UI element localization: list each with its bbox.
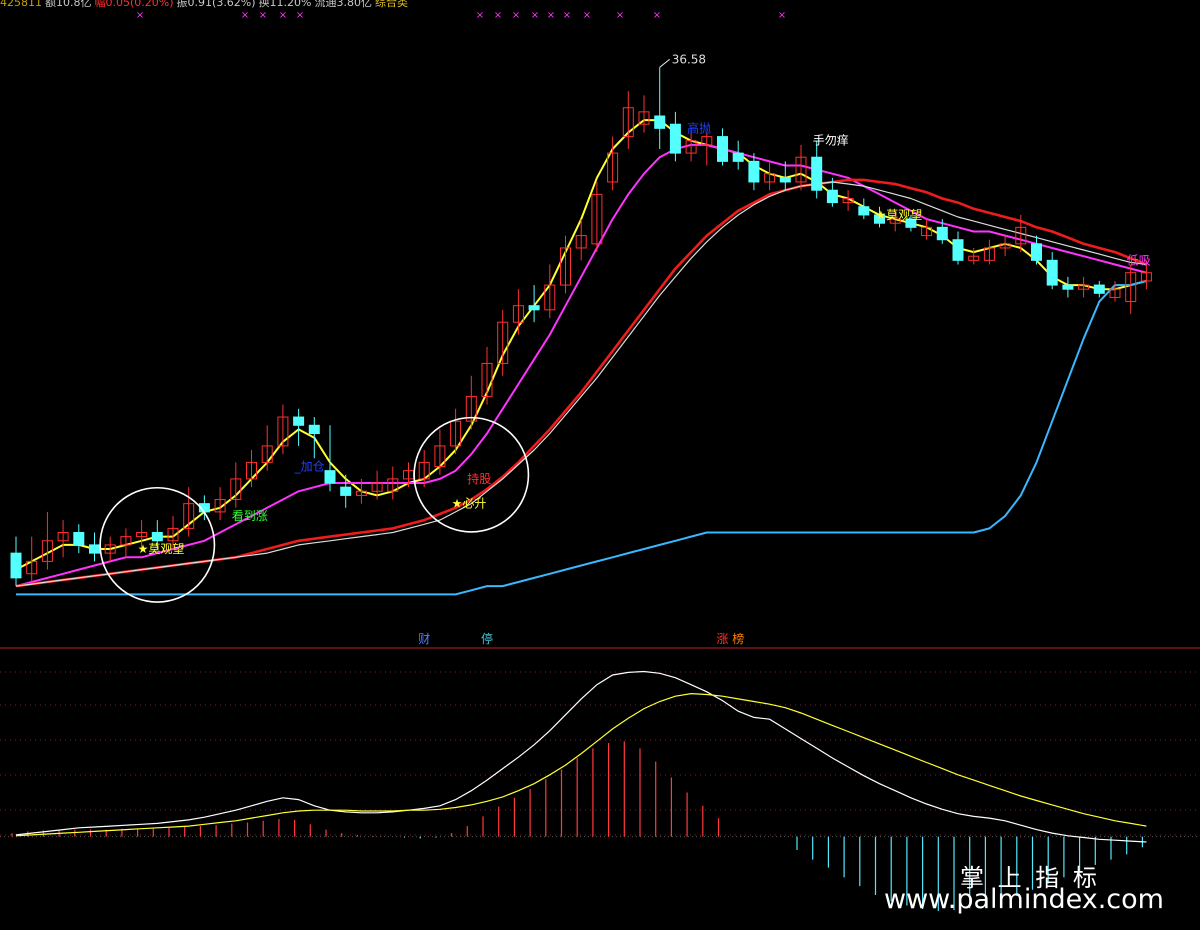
top-marker-2: × xyxy=(259,10,267,21)
candle-body-60 xyxy=(952,239,964,261)
candle-body-33 xyxy=(528,305,540,311)
signal-label-3: ★莫观望 xyxy=(876,208,923,222)
candle-body-45 xyxy=(717,136,728,162)
candle-body-47 xyxy=(748,160,760,183)
signal-label-1: 高抛 xyxy=(687,120,711,135)
candle-body-0 xyxy=(10,552,22,579)
top-marker-10: × xyxy=(563,10,571,21)
candle-body-49 xyxy=(779,177,791,183)
top-marker-7: × xyxy=(512,10,520,21)
top-marker-3: × xyxy=(279,10,287,21)
top-marker-14: × xyxy=(778,10,786,21)
candle-body-20 xyxy=(324,470,336,484)
top-marker-5: × xyxy=(476,10,484,21)
osc-tag-2: 涨 xyxy=(716,631,728,646)
stock-chart: ×××××××××××××××36.58高抛手勿痒★莫观望低吸低吸★莫观望看到涨… xyxy=(0,10,1200,911)
top-marker-8: × xyxy=(531,10,539,21)
signal-label-8: _加仓 xyxy=(294,460,325,474)
candle-body-69 xyxy=(1093,284,1105,294)
candle-body-52 xyxy=(826,189,838,204)
candle-body-4 xyxy=(73,532,85,546)
osc-tag-3: 榜 xyxy=(732,631,744,646)
candle-body-21 xyxy=(340,486,352,496)
osc-tag-1: 停 xyxy=(481,631,493,646)
series-support_blue xyxy=(16,279,1147,596)
signal-label-0: 36.58 xyxy=(672,52,706,66)
candle-body-59 xyxy=(936,226,948,241)
candle-body-66 xyxy=(1046,259,1058,286)
signal-label-7: 看到涨 xyxy=(232,508,268,523)
top-marker-1: × xyxy=(241,10,249,21)
candle-body-18 xyxy=(293,416,305,426)
signal-label-10: ★必升 xyxy=(452,497,487,511)
candle-body-9 xyxy=(151,532,163,542)
top-marker-0: × xyxy=(136,10,144,21)
top-marker-12: × xyxy=(616,10,624,21)
candle-body-42 xyxy=(669,123,681,154)
candle-body-65 xyxy=(1031,243,1042,261)
top-marker-13: × xyxy=(653,10,661,21)
candle-body-67 xyxy=(1062,284,1074,290)
top-marker-6: × xyxy=(494,10,502,21)
price-panel: ×××××××××××××××36.58高抛手勿痒★莫观望低吸低吸★莫观望看到涨… xyxy=(0,10,1200,649)
candle-body-51 xyxy=(811,156,823,191)
candle-body-5 xyxy=(89,544,100,554)
signal-label-4: 低吸 xyxy=(1127,253,1151,267)
signal-label-9: 持股 xyxy=(467,471,491,486)
top-marker-9: × xyxy=(547,10,555,21)
top-marker-11: × xyxy=(583,10,591,21)
signal-label-6: ★莫观望 xyxy=(138,542,185,556)
candle-body-46 xyxy=(732,152,744,162)
osc-dea_yellow xyxy=(15,692,1147,837)
series-ma_magenta xyxy=(15,143,1147,588)
osc-dif_white xyxy=(15,670,1147,843)
candle-body-41 xyxy=(654,115,666,129)
series-ma_yellow xyxy=(15,119,1147,571)
candle-body-54 xyxy=(858,206,870,216)
watermark-url: www.palmindex.com xyxy=(884,884,1164,915)
candle-body-19 xyxy=(308,424,320,435)
signal-label-2: 手勿痒 xyxy=(813,133,849,148)
osc-tag-0: 财 xyxy=(418,632,430,646)
top-marker-4: × xyxy=(296,10,304,21)
max-price-leader xyxy=(659,58,671,68)
